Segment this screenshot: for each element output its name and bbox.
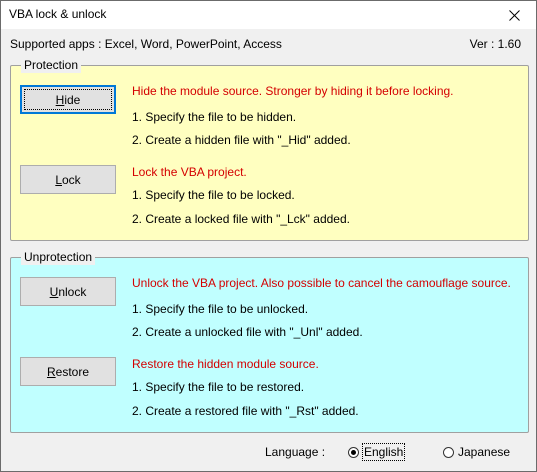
- hide-button[interactable]: Hide: [20, 85, 116, 114]
- protection-legend: Protection: [21, 57, 82, 73]
- language-label: Language :: [265, 445, 326, 459]
- window-title: VBA lock & unlock: [9, 7, 107, 21]
- restore-step-2: 2. Create a restored file with "_Rst" ad…: [132, 404, 359, 418]
- info-line: Supported apps : Excel, Word, PowerPoint…: [10, 37, 527, 53]
- lock-accesskey: L: [55, 172, 62, 187]
- restore-step-1: 1. Specify the file to be restored.: [132, 380, 305, 394]
- restore-description: Restore the hidden module source.: [132, 357, 319, 371]
- unlock-button-label: nlock: [58, 284, 87, 299]
- dialog-window: VBA lock & unlock Supported apps : Excel…: [0, 0, 537, 472]
- radio-checked-icon: [348, 446, 359, 458]
- language-japanese-radio[interactable]: Japanese: [443, 444, 510, 460]
- restore-accesskey: R: [46, 364, 56, 379]
- lock-step-2: 2. Create a locked file with "_Lck" adde…: [132, 212, 350, 226]
- close-button[interactable]: [492, 1, 536, 29]
- language-english-radio[interactable]: English: [348, 443, 406, 461]
- hide-step-2: 2. Create a hidden file with "_Hid" adde…: [132, 133, 351, 147]
- radio-unchecked-icon: [443, 446, 454, 458]
- hide-step-1: 1. Specify the file to be hidden.: [132, 110, 297, 124]
- version-label: Ver : 1.60: [469, 37, 521, 51]
- title-bar[interactable]: VBA lock & unlock: [1, 1, 536, 29]
- unlock-description: Unlock the VBA project. Also possible to…: [132, 276, 511, 290]
- close-icon: [508, 9, 520, 21]
- unprotection-legend: Unprotection: [21, 249, 96, 265]
- language-row: Language : English Japanese: [1, 443, 536, 462]
- restore-button[interactable]: Restore: [20, 357, 116, 386]
- unlock-step-1: 1. Specify the file to be unlocked.: [132, 302, 309, 316]
- hide-accesskey: H: [55, 92, 65, 107]
- lock-description: Lock the VBA project.: [132, 165, 247, 179]
- restore-button-label: estore: [55, 364, 90, 379]
- unlock-accesskey: U: [49, 284, 59, 299]
- protection-group: Protection Hide Hide the module source. …: [10, 57, 529, 241]
- lock-button-label: ock: [62, 172, 81, 187]
- supported-apps-label: Supported apps : Excel, Word, PowerPoint…: [10, 37, 282, 51]
- unprotection-group: Unprotection Unlock Unlock the VBA proje…: [10, 249, 529, 433]
- language-english-label: English: [361, 443, 406, 461]
- lock-step-1: 1. Specify the file to be locked.: [132, 188, 295, 202]
- lock-button[interactable]: Lock: [20, 165, 116, 194]
- hide-description: Hide the module source. Stronger by hidi…: [132, 84, 454, 98]
- unlock-step-2: 2. Create a unlocked file with "_Unl" ad…: [132, 325, 363, 339]
- hide-button-label: ide: [64, 92, 81, 107]
- unlock-button[interactable]: Unlock: [20, 277, 116, 306]
- language-japanese-label: Japanese: [458, 445, 511, 459]
